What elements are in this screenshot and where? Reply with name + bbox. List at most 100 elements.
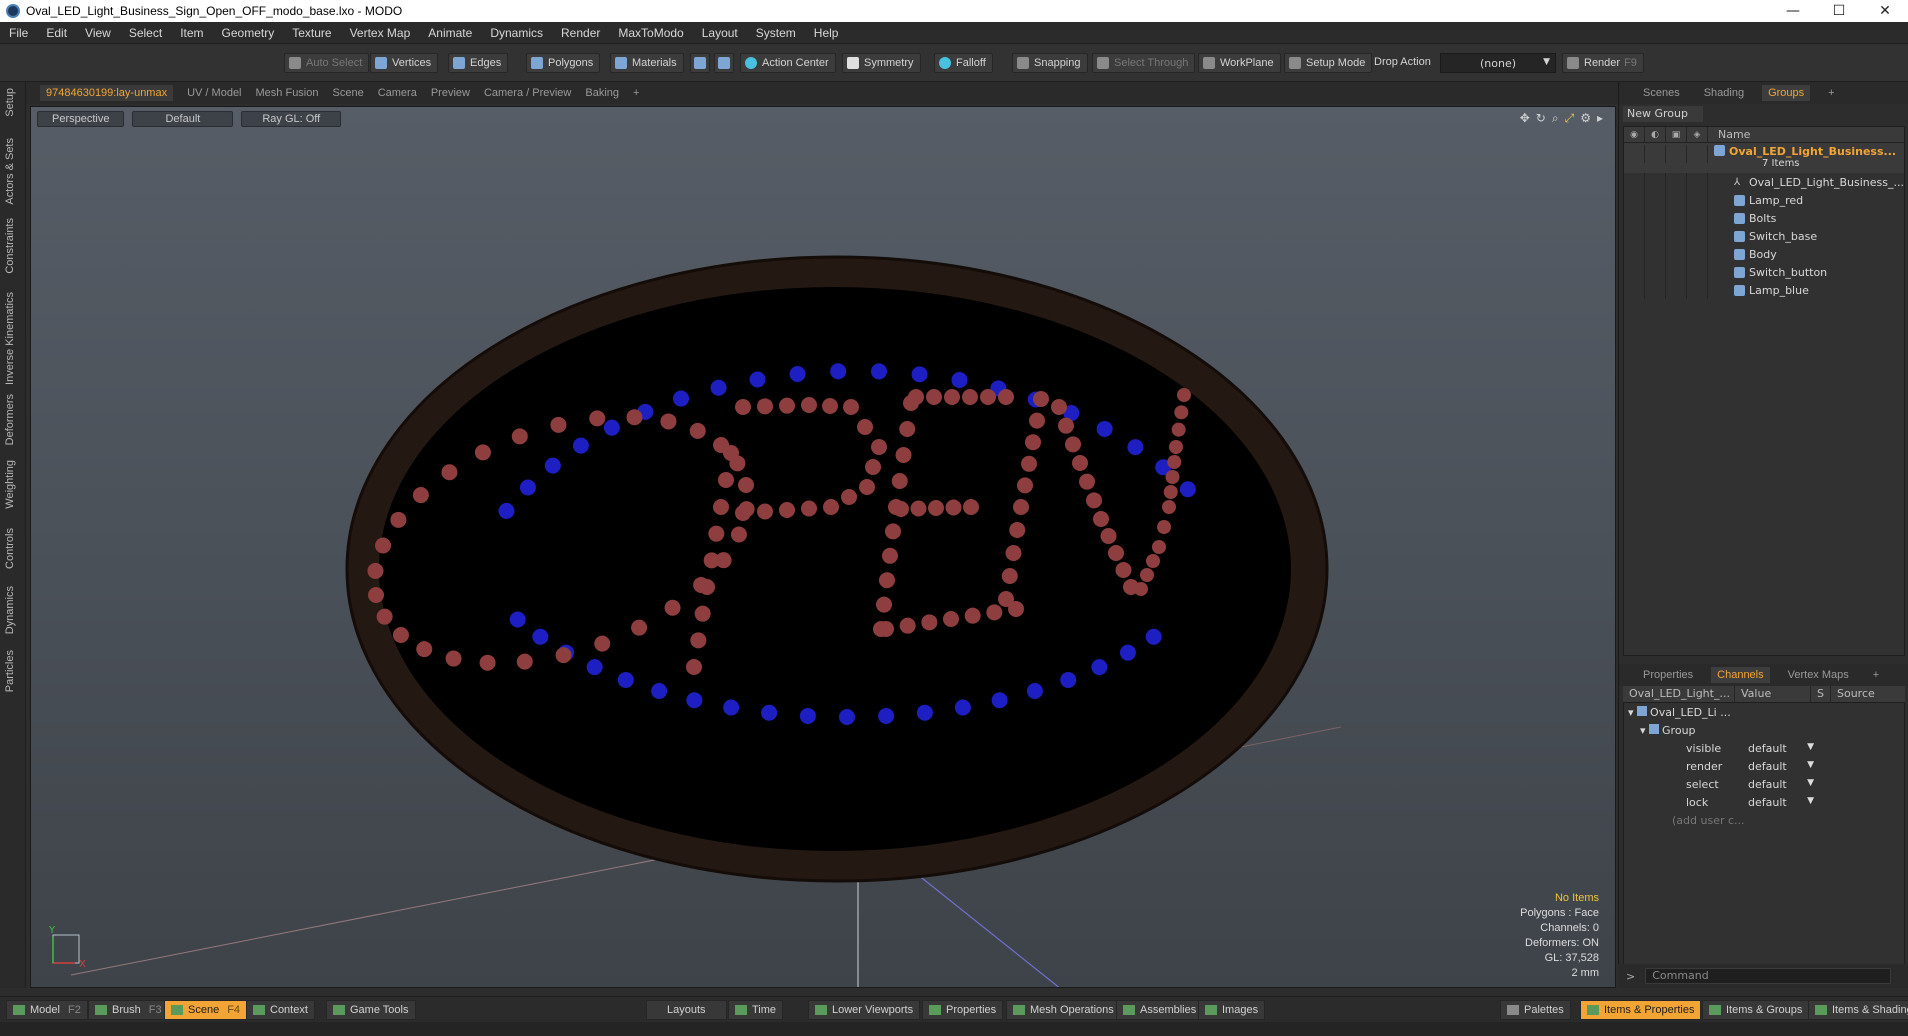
menu-dynamics[interactable]: Dynamics [481,26,552,40]
channel-row-visible[interactable]: visible default ▼ [1624,739,1904,757]
tab-inverse-kinematics[interactable]: Inverse Kinematics [4,292,16,385]
edges-button[interactable]: Edges [448,53,509,73]
brush-layout-button[interactable]: Brush F3 [88,1000,169,1020]
tab-scene[interactable]: Scene [333,87,364,99]
tab-channels[interactable]: Channels [1711,667,1770,683]
properties-button[interactable]: Properties [922,1000,1004,1020]
menu-vertex-map[interactable]: Vertex Map [341,26,420,40]
materials-button[interactable]: Materials [610,53,684,73]
symmetry-button[interactable]: Symmetry [842,53,921,73]
tab-groups[interactable]: Groups [1762,85,1811,101]
zoom-icon[interactable]: ⌕ [1552,111,1559,126]
tab-lay-unmax[interactable]: 97484630199:lay-unmax [40,85,174,101]
model-layout-button[interactable]: Model F2 [6,1000,88,1020]
tab-mesh-fusion[interactable]: Mesh Fusion [256,87,319,99]
menu-animate[interactable]: Animate [419,26,481,40]
tab-setup[interactable]: Setup [4,88,16,117]
tab-vertex-maps[interactable]: Vertex Maps [1782,667,1855,683]
tab-particles[interactable]: Particles [4,650,16,692]
rotate-icon[interactable]: ↻ [1536,111,1546,126]
snapping-button[interactable]: Snapping [1012,53,1088,73]
menu-layout[interactable]: Layout [693,26,747,40]
channel-item-row[interactable]: ▾ Oval_LED_Li ... [1624,703,1904,721]
select-through-button[interactable]: Select Through [1092,53,1196,73]
channel-row-lock[interactable]: lock default ▼ [1624,793,1904,811]
channel-value-dropdown[interactable]: default ▼ [1744,760,1820,773]
minimize-button[interactable]: — [1770,0,1816,22]
raygl-button[interactable]: Ray GL: Off [241,111,342,127]
menu-system[interactable]: System [747,26,805,40]
render-button[interactable]: Render F9 [1562,53,1644,73]
tab-preview[interactable]: Preview [431,87,470,99]
add-tab-button[interactable]: + [633,87,639,99]
gear-icon[interactable]: ⚙ [1580,111,1591,126]
eye-icon[interactable]: ◉ [1624,126,1645,143]
tab-controls[interactable]: Controls [4,528,16,569]
tab-constraints[interactable]: Constraints [4,218,16,274]
channel-group-row[interactable]: ▾ Group [1624,721,1904,739]
game-tools-button[interactable]: Game Tools [326,1000,416,1020]
tree-group-row[interactable]: Oval_LED_Light_Business... 7 Items [1624,143,1904,173]
action-center-button[interactable]: Action Center [740,53,836,73]
close-button[interactable]: ✕ [1862,0,1908,22]
tab-baking[interactable]: Baking [585,87,619,99]
items-properties-button[interactable]: Items & Properties [1580,1000,1702,1020]
render-toggle-icon[interactable]: ◐ [1645,126,1666,143]
center-toggle-button[interactable] [714,53,734,73]
expand-arrow-icon[interactable]: ▾ [1640,724,1649,737]
tab-camera-preview[interactable]: Camera / Preview [484,87,571,99]
command-input[interactable]: Command [1645,968,1892,984]
context-button[interactable]: Context [246,1000,315,1020]
tab-weighting[interactable]: Weighting [4,460,16,509]
assemblies-button[interactable]: Assemblies [1116,1000,1204,1020]
maximize-button[interactable]: ☐ [1816,0,1862,22]
shading-mode-button[interactable]: Default [132,111,234,127]
tree-item-row[interactable]: Lamp_blue [1624,281,1904,299]
menu-file[interactable]: File [0,26,37,40]
scene-layout-button[interactable]: Scene F4 [164,1000,248,1020]
layouts-button[interactable]: Layouts [646,1000,727,1020]
add-panel-tab-button[interactable]: + [1822,85,1840,101]
fit-icon[interactable]: ⤢ [1565,111,1575,126]
drop-action-select[interactable]: (none) ▼ [1440,53,1556,73]
menu-geometry[interactable]: Geometry [213,26,284,40]
menu-texture[interactable]: Texture [283,26,340,40]
channel-value-dropdown[interactable]: default ▼ [1744,796,1820,809]
setup-mode-button[interactable]: Setup Mode [1284,53,1373,73]
menu-select[interactable]: Select [120,26,171,40]
tab-camera[interactable]: Camera [378,87,417,99]
add-properties-tab-button[interactable]: + [1867,667,1885,683]
tree-item-row[interactable]: Body [1624,245,1904,263]
channel-row-select[interactable]: select default ▼ [1624,775,1904,793]
menu-edit[interactable]: Edit [37,26,76,40]
workplane-button[interactable]: WorkPlane [1198,53,1281,73]
menu-view[interactable]: View [76,26,120,40]
vertices-button[interactable]: Vertices [370,53,439,73]
channel-value-dropdown[interactable]: default ▼ [1744,742,1820,755]
lower-viewports-button[interactable]: Lower Viewports [808,1000,921,1020]
menu-maxtomodo[interactable]: MaxToModo [609,26,692,40]
3d-viewport[interactable]: X Y Perspective Default Ray GL: Off ✥ ↻ … [30,106,1616,988]
tree-item-row[interactable]: Switch_button [1624,263,1904,281]
polygons-button[interactable]: Polygons [526,53,601,73]
channel-value-dropdown[interactable]: default ▼ [1744,778,1820,791]
tab-actors-sets[interactable]: Actors & Sets [4,138,16,205]
items-groups-button[interactable]: Items & Groups [1702,1000,1810,1020]
mesh-operations-button[interactable]: Mesh Operations [1006,1000,1121,1020]
chevron-right-icon[interactable]: ▸ [1597,111,1603,126]
view-type-button[interactable]: Perspective [37,111,125,127]
lock-icon[interactable]: ▣ [1666,126,1687,143]
tab-uv-model[interactable]: UV / Model [187,87,241,99]
select-toggle-icon[interactable]: ◈ [1687,126,1708,143]
add-user-channel-row[interactable]: (add user c... [1624,811,1904,829]
expand-arrow-icon[interactable]: ▾ [1628,706,1637,719]
pivot-toggle-button[interactable] [690,53,710,73]
images-button[interactable]: Images [1198,1000,1266,1020]
menu-help[interactable]: Help [805,26,848,40]
falloff-button[interactable]: Falloff [934,53,993,73]
items-shading-button[interactable]: Items & Shading [1808,1000,1908,1020]
new-group-button[interactable]: New Group [1623,106,1703,122]
menu-item[interactable]: Item [171,26,212,40]
palettes-button[interactable]: Palettes [1500,1000,1571,1020]
tab-properties[interactable]: Properties [1637,667,1699,683]
